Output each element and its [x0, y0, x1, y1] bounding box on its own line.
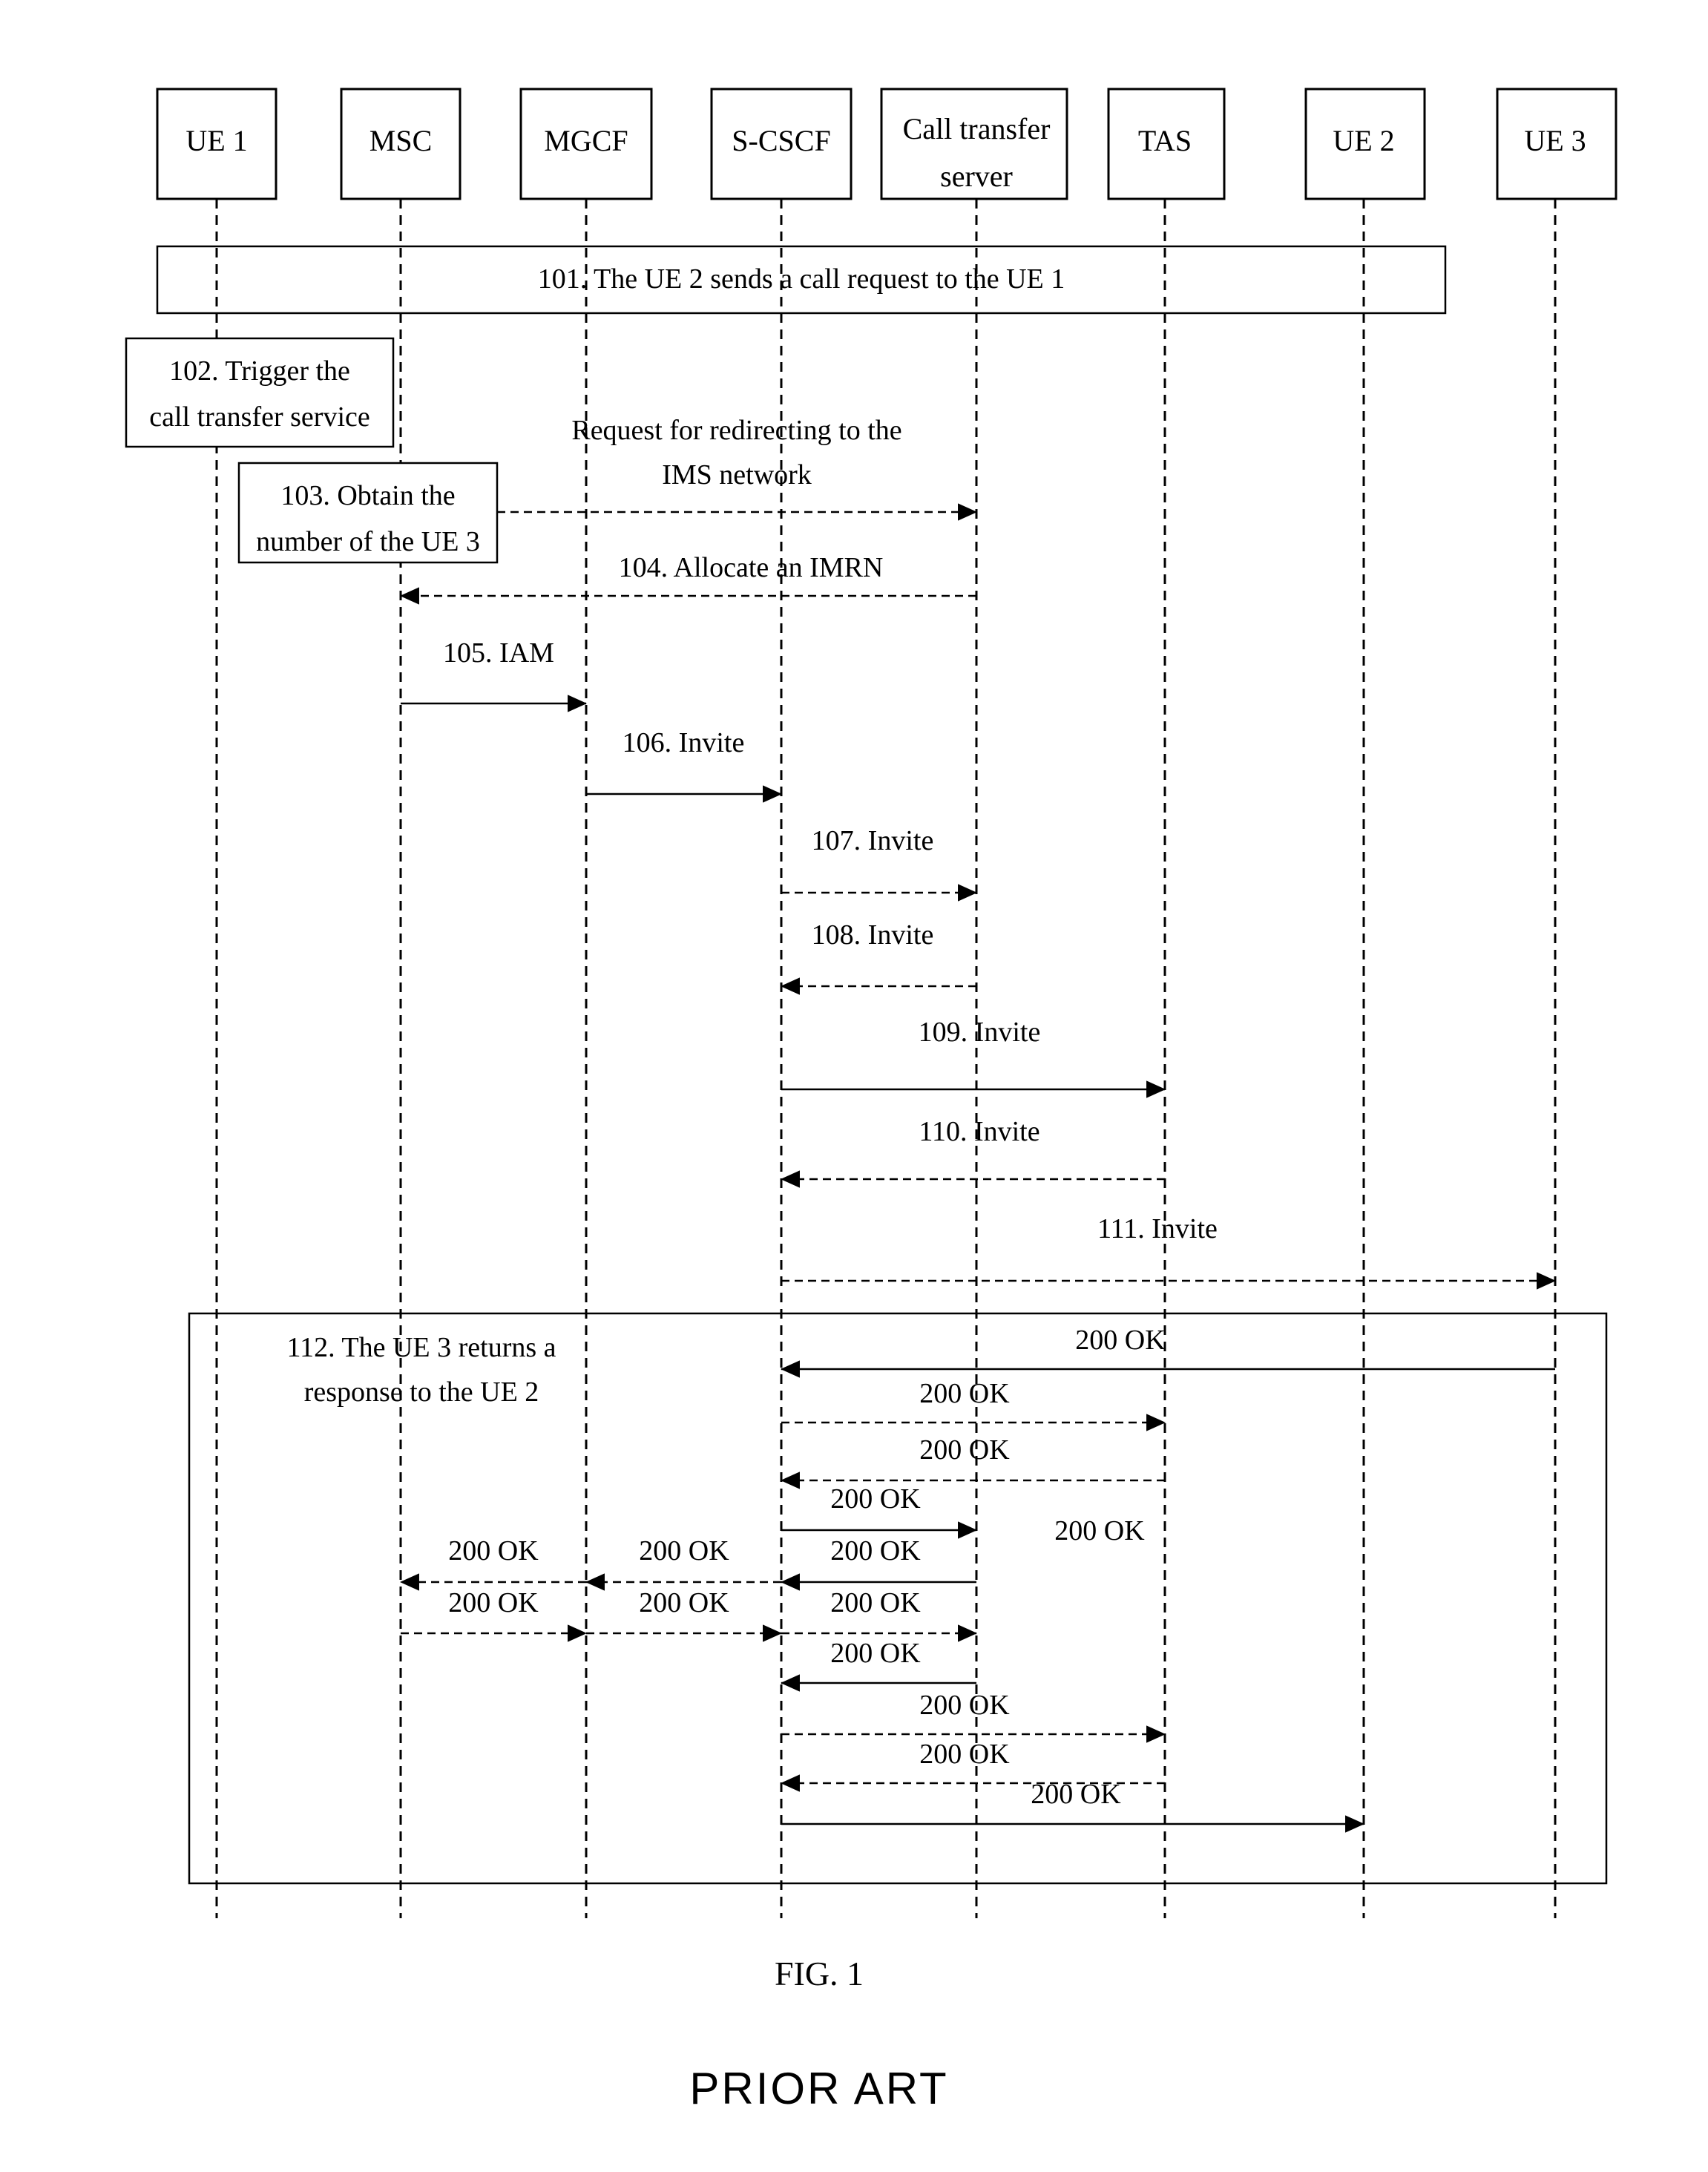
prior-art-caption: PRIOR ART — [689, 2064, 948, 2113]
message-m110: 110. Invite — [780, 1116, 1165, 1188]
lifeline-ue3: UE 3 — [1496, 88, 1617, 1918]
note-label-n103: 103. Obtain the — [280, 480, 455, 511]
message-ok5b: 200 OK — [585, 1535, 781, 1591]
message-label-ok6b: 200 OK — [639, 1587, 729, 1618]
message-m108: 108. Invite — [780, 919, 976, 995]
lifeline-mgcf: MGCF — [519, 88, 653, 1918]
frame-label-f101: 101. The UE 2 sends a call request to th… — [538, 263, 1065, 295]
message-label-ok5d: 200 OK — [1054, 1515, 1145, 1546]
message-m_redirect: Request for redirecting to the IMS networ… — [497, 415, 978, 521]
lifeline-tas: TAS — [1107, 88, 1226, 1918]
frame-label2-f112: response to the UE 2 — [304, 1377, 539, 1408]
message-label-ok8: 200 OK — [919, 1690, 1010, 1721]
message-label-ok6c: 200 OK — [830, 1587, 921, 1618]
message-ok1: 200 OK — [780, 1325, 1555, 1378]
message-label-ok5a: 200 OK — [830, 1535, 921, 1566]
figure-page: UE 1 MSC MGCF S-CSCF Call transfer server TAS U… — [0, 0, 1708, 2172]
participant-label-ue3: UE 3 — [1524, 124, 1586, 157]
message-label-m107: 107. Invite — [812, 825, 934, 856]
message-ok5c: 200 OK — [399, 1535, 586, 1591]
note-label-n102: 102. Trigger the — [169, 355, 350, 387]
sequence-diagram: UE 1 MSC MGCF S-CSCF Call transfer server TAS U… — [125, 88, 1617, 2113]
frame-label-f112: 112. The UE 3 returns a — [286, 1332, 556, 1363]
message-label-ok3: 200 OK — [919, 1434, 1010, 1466]
figure-caption: FIG. 1 — [775, 1955, 864, 1992]
frame-f101: 101. The UE 2 sends a call request to th… — [156, 245, 1447, 315]
participant-label-mgcf: MGCF — [544, 124, 628, 157]
message-ok5d: 200 OK — [1054, 1515, 1145, 1546]
message-label-ok6a: 200 OK — [448, 1587, 539, 1618]
message-label-ok9: 200 OK — [919, 1739, 1010, 1770]
message-label-m_redirect: Request for redirecting to the — [571, 415, 901, 446]
participant-label-ue2: UE 2 — [1333, 124, 1394, 157]
note-n102: 102. Trigger the call transfer service — [125, 337, 395, 448]
message-label-ok2: 200 OK — [919, 1378, 1010, 1409]
participant-label-scscf: S-CSCF — [732, 124, 830, 157]
note-label2-n103: number of the UE 3 — [256, 526, 480, 557]
message-label-ok10: 200 OK — [1031, 1779, 1121, 1810]
message-label-ok5c: 200 OK — [448, 1535, 539, 1566]
messages-group: Request for redirecting to the IMS networ… — [399, 415, 1557, 1833]
message-ok6c: 200 OK — [781, 1587, 978, 1642]
message-ok6a: 200 OK — [401, 1587, 588, 1642]
lifeline-ue2: UE 2 — [1304, 88, 1426, 1918]
notes-group: 102. Trigger the call transfer service 103… — [125, 337, 499, 564]
message-ok3: 200 OK — [780, 1434, 1165, 1489]
message-label-ok5b: 200 OK — [639, 1535, 729, 1566]
message-label2-m_redirect: IMS network — [662, 459, 812, 490]
note-label2-n102: call transfer service — [149, 401, 370, 433]
message-m109: 109. Invite — [781, 1017, 1166, 1098]
message-m106: 106. Invite — [586, 727, 783, 803]
participant-label-tas: TAS — [1138, 124, 1192, 157]
message-ok8: 200 OK — [781, 1690, 1166, 1743]
note-n103: 103. Obtain the number of the UE 3 — [237, 462, 499, 564]
participant-label-msc: MSC — [369, 124, 433, 157]
message-m111: 111. Invite — [781, 1213, 1557, 1290]
message-label-m106: 106. Invite — [623, 727, 745, 758]
message-ok5a: 200 OK — [780, 1535, 976, 1591]
message-label-ok7: 200 OK — [830, 1638, 921, 1669]
message-label-m109: 109. Invite — [919, 1017, 1041, 1048]
participant-label-ue1: UE 1 — [185, 124, 247, 157]
message-ok9: 200 OK — [780, 1739, 1165, 1792]
message-label-ok4: 200 OK — [830, 1483, 921, 1515]
message-label-m111: 111. Invite — [1097, 1213, 1218, 1244]
participant-label-cts: Call transfer — [903, 112, 1051, 145]
participant-label2-cts: server — [940, 160, 1013, 193]
message-ok6b: 200 OK — [586, 1587, 783, 1642]
message-m105: 105. IAM — [401, 637, 588, 712]
message-label-m110: 110. Invite — [919, 1116, 1039, 1147]
message-m107: 107. Invite — [781, 825, 978, 902]
message-ok2: 200 OK — [781, 1378, 1166, 1431]
message-ok4: 200 OK — [781, 1483, 978, 1539]
message-label-m105: 105. IAM — [443, 637, 554, 669]
message-label-m104: 104. Allocate an IMRN — [619, 552, 884, 583]
message-ok7: 200 OK — [780, 1638, 976, 1692]
message-ok10: 200 OK — [781, 1779, 1365, 1833]
message-label-ok1: 200 OK — [1075, 1325, 1166, 1356]
message-label-m108: 108. Invite — [812, 919, 934, 951]
